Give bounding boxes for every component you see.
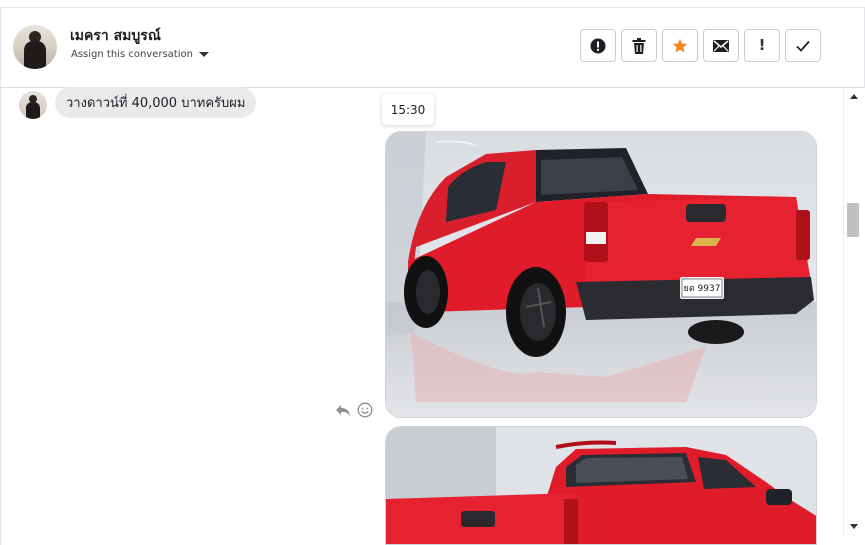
alert-circle-icon [590, 38, 606, 53]
truck-photo-attachment-second[interactable] [385, 426, 817, 545]
assign-conversation-dropdown[interactable]: Assign this conversation [71, 49, 209, 60]
truck-side-image [386, 427, 816, 544]
assign-label: Assign this conversation [71, 49, 193, 60]
star-button[interactable] [662, 29, 698, 62]
caret-down-icon [198, 52, 209, 57]
trash-icon [632, 37, 646, 54]
contact-avatar[interactable] [13, 25, 57, 69]
scroll-down-arrow-icon[interactable] [850, 524, 858, 529]
star-icon [672, 38, 688, 53]
truck-photo-attachment[interactable]: ยต 9937 [385, 131, 817, 418]
reply-icon[interactable] [335, 402, 351, 418]
mail-button[interactable] [703, 29, 739, 62]
exclamation-icon: ! [758, 36, 766, 54]
message-scrollbar[interactable] [843, 88, 864, 537]
scroll-thumb[interactable] [847, 203, 859, 237]
contact-name[interactable]: เมครา สมบูรณ์ [70, 25, 161, 47]
message-timestamp-tooltip: 15:30 [382, 94, 434, 125]
delete-button[interactable] [621, 29, 657, 62]
incoming-message-bubble[interactable]: วางดาวน์ที่ 40,000 บาทครับผม [55, 87, 257, 118]
truck-rear-image: ยต 9937 [386, 132, 816, 417]
scroll-up-arrow-icon[interactable] [850, 94, 858, 99]
panel-border [0, 88, 1, 545]
svg-text:ยต 9937: ยต 9937 [684, 284, 721, 294]
important-button[interactable]: ! [744, 29, 780, 62]
mail-icon [713, 39, 729, 52]
top-strip [0, 0, 865, 8]
emoji-reaction-icon[interactable] [357, 402, 373, 418]
spam-button[interactable] [580, 29, 616, 62]
check-icon [796, 40, 810, 52]
done-button[interactable] [785, 29, 821, 62]
action-toolbar: ! [580, 29, 821, 62]
conversation-header: เมครา สมบูรณ์ Assign this conversation ! [0, 8, 865, 88]
sender-avatar[interactable] [19, 91, 47, 119]
